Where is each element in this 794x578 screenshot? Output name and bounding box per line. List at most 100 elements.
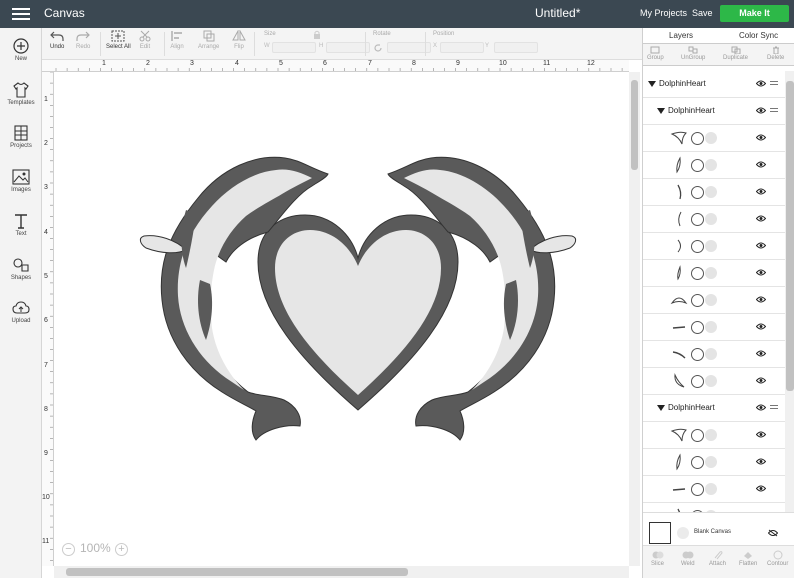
- eye-icon[interactable]: [756, 188, 766, 195]
- layer-group[interactable]: DolphinHeart: [643, 71, 785, 98]
- eye-icon[interactable]: [756, 485, 766, 492]
- my-projects-link[interactable]: My Projects: [640, 8, 687, 18]
- scissors-icon[interactable]: [691, 348, 704, 361]
- eye-icon[interactable]: [756, 107, 766, 114]
- eye-icon[interactable]: [756, 134, 766, 141]
- eye-icon[interactable]: [756, 215, 766, 222]
- save-button[interactable]: Save: [692, 8, 713, 18]
- layer-shape[interactable]: [643, 476, 785, 503]
- eye-icon[interactable]: [756, 269, 766, 276]
- layer-shape[interactable]: [643, 314, 785, 341]
- make-it-button[interactable]: Make It: [720, 5, 789, 22]
- flatten-button[interactable]: Flatten: [739, 550, 757, 567]
- layer-shape[interactable]: [643, 179, 785, 206]
- scissors-icon[interactable]: [691, 483, 704, 496]
- layer-shape[interactable]: [643, 125, 785, 152]
- color-swatch[interactable]: [705, 294, 717, 306]
- sidebar-item-projects[interactable]: Projects: [0, 125, 42, 165]
- layer-shape[interactable]: [643, 206, 785, 233]
- eye-icon[interactable]: [756, 80, 766, 87]
- scissors-icon[interactable]: [691, 321, 704, 334]
- align-dropdown[interactable]: Align: [170, 30, 184, 50]
- design-canvas[interactable]: [54, 72, 629, 566]
- color-swatch[interactable]: [705, 429, 717, 441]
- scissors-icon[interactable]: [691, 294, 704, 307]
- sidebar-item-images[interactable]: Images: [0, 169, 42, 209]
- color-swatch[interactable]: [705, 159, 717, 171]
- eye-icon[interactable]: [756, 296, 766, 303]
- color-swatch[interactable]: [677, 527, 689, 539]
- color-swatch[interactable]: [705, 267, 717, 279]
- color-swatch[interactable]: [705, 321, 717, 333]
- scroll-thumb[interactable]: [631, 80, 638, 170]
- layer-menu-icon[interactable]: [770, 405, 778, 411]
- layer-shape[interactable]: [643, 260, 785, 287]
- canvas-vertical-scrollbar[interactable]: [629, 72, 640, 566]
- eye-icon[interactable]: [756, 350, 766, 357]
- color-swatch[interactable]: [705, 456, 717, 468]
- select-all-button[interactable]: Select All: [106, 30, 131, 50]
- tab-layers[interactable]: Layers: [669, 31, 693, 40]
- sidebar-item-upload[interactable]: Upload: [0, 300, 42, 340]
- slice-button[interactable]: Slice: [651, 550, 664, 567]
- layer-shape[interactable]: [643, 287, 785, 314]
- flip-dropdown[interactable]: Flip: [232, 30, 246, 50]
- layers-scrollbar[interactable]: [785, 71, 794, 539]
- height-input[interactable]: [326, 42, 370, 53]
- eye-icon[interactable]: [756, 323, 766, 330]
- scissors-icon[interactable]: [691, 240, 704, 253]
- eye-icon[interactable]: [756, 242, 766, 249]
- eye-icon[interactable]: [756, 458, 766, 465]
- attach-button[interactable]: Attach: [709, 550, 726, 567]
- x-position-input[interactable]: [440, 42, 484, 53]
- zoom-out-button[interactable]: −: [62, 543, 75, 556]
- eye-icon[interactable]: [756, 404, 766, 411]
- collapse-icon[interactable]: [657, 108, 665, 114]
- duplicate-button[interactable]: Duplicate: [723, 46, 748, 61]
- y-position-input[interactable]: [494, 42, 538, 53]
- color-swatch[interactable]: [705, 240, 717, 252]
- sidebar-item-shapes[interactable]: Shapes: [0, 257, 42, 297]
- layer-menu-icon[interactable]: [770, 108, 778, 114]
- canvas-horizontal-scrollbar[interactable]: [54, 566, 629, 578]
- ungroup-button[interactable]: UnGroup: [681, 46, 705, 61]
- scroll-thumb[interactable]: [786, 81, 794, 391]
- eye-hidden-icon[interactable]: [768, 529, 778, 537]
- layer-shape[interactable]: [643, 449, 785, 476]
- eye-icon[interactable]: [756, 377, 766, 384]
- layer-group[interactable]: DolphinHeart: [643, 395, 785, 422]
- dolphin-heart-design[interactable]: [54, 72, 629, 566]
- scissors-icon[interactable]: [691, 186, 704, 199]
- scissors-icon[interactable]: [691, 159, 704, 172]
- weld-button[interactable]: Weld: [681, 550, 695, 567]
- eye-icon[interactable]: [756, 161, 766, 168]
- tab-color-sync[interactable]: Color Sync: [739, 31, 778, 40]
- sidebar-item-new[interactable]: New: [0, 38, 42, 78]
- color-swatch[interactable]: [705, 483, 717, 495]
- scissors-icon[interactable]: [691, 213, 704, 226]
- menu-icon[interactable]: [12, 8, 30, 20]
- eye-icon[interactable]: [756, 431, 766, 438]
- lock-icon[interactable]: [313, 30, 321, 39]
- canvas-color-swatch[interactable]: [649, 522, 671, 544]
- layer-shape[interactable]: [643, 233, 785, 260]
- layer-group[interactable]: DolphinHeart: [643, 98, 785, 125]
- arrange-dropdown[interactable]: Arrange: [198, 30, 219, 50]
- zoom-in-button[interactable]: +: [115, 543, 128, 556]
- scissors-icon[interactable]: [691, 375, 704, 388]
- redo-button[interactable]: Redo: [76, 30, 90, 50]
- delete-button[interactable]: Delete: [767, 46, 784, 61]
- collapse-icon[interactable]: [648, 81, 656, 87]
- color-swatch[interactable]: [705, 375, 717, 387]
- scroll-thumb[interactable]: [66, 568, 408, 576]
- layer-shape[interactable]: [643, 422, 785, 449]
- layer-shape[interactable]: [643, 341, 785, 368]
- width-input[interactable]: [272, 42, 316, 53]
- edit-dropdown[interactable]: Edit: [138, 30, 152, 50]
- color-swatch[interactable]: [705, 348, 717, 360]
- sidebar-item-templates[interactable]: Templates: [0, 82, 42, 122]
- sidebar-item-text[interactable]: Text: [0, 213, 42, 253]
- scissors-icon[interactable]: [691, 456, 704, 469]
- scissors-icon[interactable]: [691, 132, 704, 145]
- color-swatch[interactable]: [705, 213, 717, 225]
